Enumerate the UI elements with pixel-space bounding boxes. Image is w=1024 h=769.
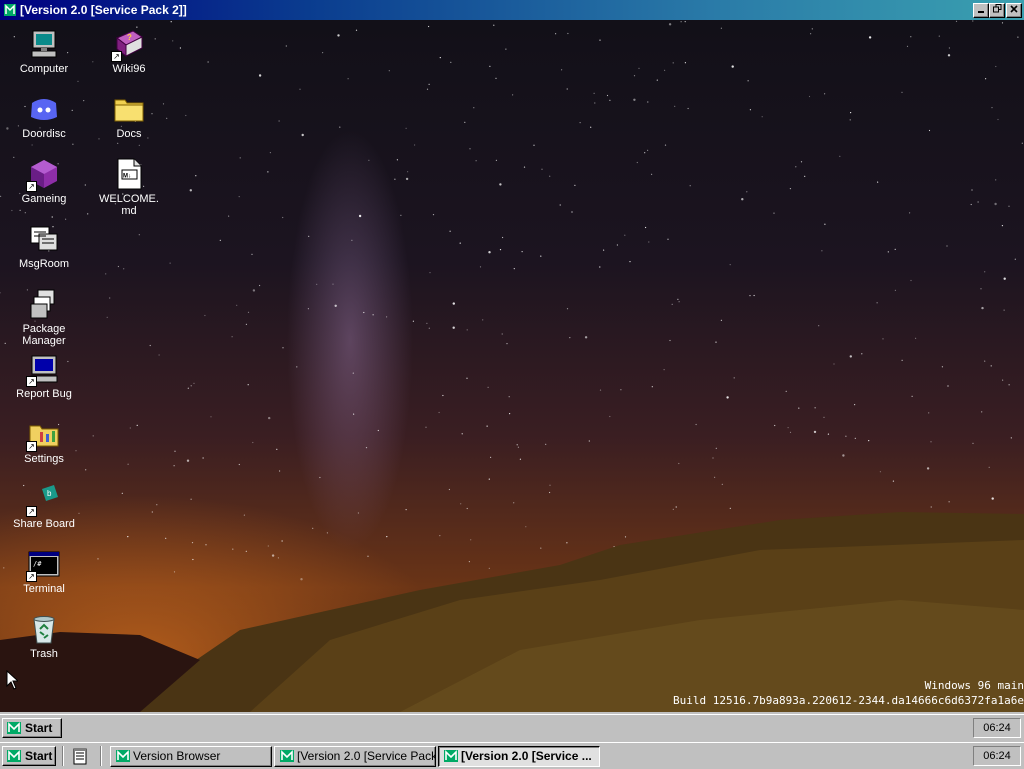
task-label: Version Browser [133, 749, 221, 763]
close-icon [1010, 5, 1018, 13]
shortcut-arrow-icon: ↗ [26, 181, 37, 192]
mouse-cursor-icon [6, 670, 18, 690]
desktop-icon-label: Package Manager [22, 323, 66, 347]
build-os-name: Windows 96 main [924, 679, 1024, 692]
app-icon [443, 749, 459, 766]
close-button[interactable] [1006, 3, 1022, 18]
desktop[interactable]: Computer Doordisc ↗ Gameing MsgRoom Pack… [0, 20, 1024, 712]
desktop-icon-label: Settings [24, 453, 64, 465]
minimize-button[interactable] [973, 3, 989, 18]
system-taskbar: Start Version Browser [Version 2.0 [Serv… [0, 742, 1024, 768]
start-logo-icon [6, 749, 22, 768]
inner-clock[interactable]: 06:24 [973, 718, 1021, 738]
share-icon: b ↗ [26, 483, 60, 517]
desktop-icon-wiki96[interactable]: ? ↗ Wiki96 [89, 28, 169, 75]
restore-icon [992, 4, 1001, 13]
desktop-icon-label: Docs [116, 128, 142, 140]
desktop-icon-computer[interactable]: Computer [4, 28, 84, 75]
shortcut-arrow-icon: ↗ [26, 571, 37, 582]
minimize-icon [978, 11, 984, 13]
shortcut-arrow-icon: ↗ [26, 376, 37, 387]
desktop-icon-label: WELCOME.md [99, 193, 159, 217]
app-icon [279, 749, 295, 766]
task-version-browser[interactable]: Version Browser [110, 746, 272, 767]
start-logo-icon [6, 721, 22, 740]
build-info: Windows 96 main Build 12516.7b9a893a.220… [673, 678, 1024, 708]
start-label: Start [25, 749, 53, 763]
taskbar-separator [100, 746, 102, 766]
desktop-icon-gameing[interactable]: ↗ Gameing [4, 158, 84, 205]
task-label: [Version 2.0 [Service Pack... [297, 749, 436, 763]
version-window: [Version 2.0 [Service Pack 2]] Computer [0, 0, 1024, 742]
desktop-icon-welcome-md[interactable]: M↓ WELCOME.md [89, 158, 169, 217]
start-button[interactable]: Start [2, 746, 56, 766]
folder-icon [113, 93, 145, 125]
recycle-bin-icon [28, 613, 60, 645]
desktop-icon-settings[interactable]: ↗ Settings [4, 418, 84, 465]
inner-taskbar: Start 06:24 [0, 714, 1024, 740]
inner-start-label: Start [25, 721, 53, 735]
bug-report-icon: ↗ [26, 353, 60, 387]
chat-icon [28, 223, 60, 255]
terminal-icon: /# ↗ [26, 548, 60, 582]
desktop-icon-label: MsgRoom [18, 258, 70, 270]
shortcut-arrow-icon: ↗ [26, 441, 37, 452]
desktop-icon-msgroom[interactable]: MsgRoom [4, 223, 84, 270]
desktop-icon-label: Terminal [23, 583, 65, 595]
restore-button[interactable] [989, 3, 1005, 18]
desktop-icon-label: Wiki96 [112, 63, 146, 75]
shortcut-arrow-icon: ↗ [111, 51, 122, 62]
svg-text:M↓: M↓ [123, 174, 131, 180]
system-clock[interactable]: 06:24 [973, 746, 1021, 766]
markdown-file-icon: M↓ [113, 158, 145, 190]
discord-icon [28, 93, 60, 125]
desktop-icon-report-bug[interactable]: ↗ Report Bug [4, 353, 84, 400]
package-icon [28, 288, 60, 320]
computer-icon [28, 28, 60, 60]
inner-start-button[interactable]: Start [2, 718, 62, 738]
desktop-icon-terminal[interactable]: /# ↗ Terminal [4, 548, 84, 595]
desktop-icon-label: Doordisc [22, 128, 66, 140]
desktop-icon-share-board[interactable]: b ↗ Share Board [4, 483, 84, 530]
cube-icon: ↗ [26, 158, 60, 192]
desktop-icon-label: Share Board [13, 518, 75, 530]
settings-folder-icon: ↗ [26, 418, 60, 452]
book-icon: ? ↗ [111, 28, 145, 62]
task-version-window-2[interactable]: [Version 2.0 [Service ... [438, 746, 600, 767]
desktop-icon-doordisc[interactable]: Doordisc [4, 93, 84, 140]
desktop-icon-package-manager[interactable]: Package Manager [4, 288, 84, 347]
app-icon [115, 749, 131, 766]
svg-text:/#: /# [33, 560, 42, 568]
svg-text:b: b [47, 489, 52, 498]
notepad-icon [73, 748, 87, 765]
svg-text:?: ? [127, 33, 132, 42]
task-version-window-1[interactable]: [Version 2.0 [Service Pack... [274, 746, 436, 767]
desktop-icon-label: Report Bug [16, 388, 72, 400]
desktop-icon-label: Trash [30, 648, 58, 660]
desktop-icon-trash[interactable]: Trash [4, 613, 84, 660]
quick-launch-notepad[interactable] [70, 746, 90, 766]
task-label: [Version 2.0 [Service ... [461, 749, 592, 763]
desktop-icon-label: Gameing [21, 193, 67, 205]
desktop-icon-label: Computer [19, 63, 69, 75]
window-app-icon [3, 3, 17, 20]
build-number: Build 12516.7b9a893a.220612-2344.da14666… [673, 694, 1024, 707]
taskbar-separator [62, 746, 64, 766]
window-titlebar[interactable]: [Version 2.0 [Service Pack 2]] [0, 0, 1024, 20]
shortcut-arrow-icon: ↗ [26, 506, 37, 517]
window-title: [Version 2.0 [Service Pack 2]] [20, 3, 187, 17]
desktop-icon-docs[interactable]: Docs [89, 93, 169, 140]
